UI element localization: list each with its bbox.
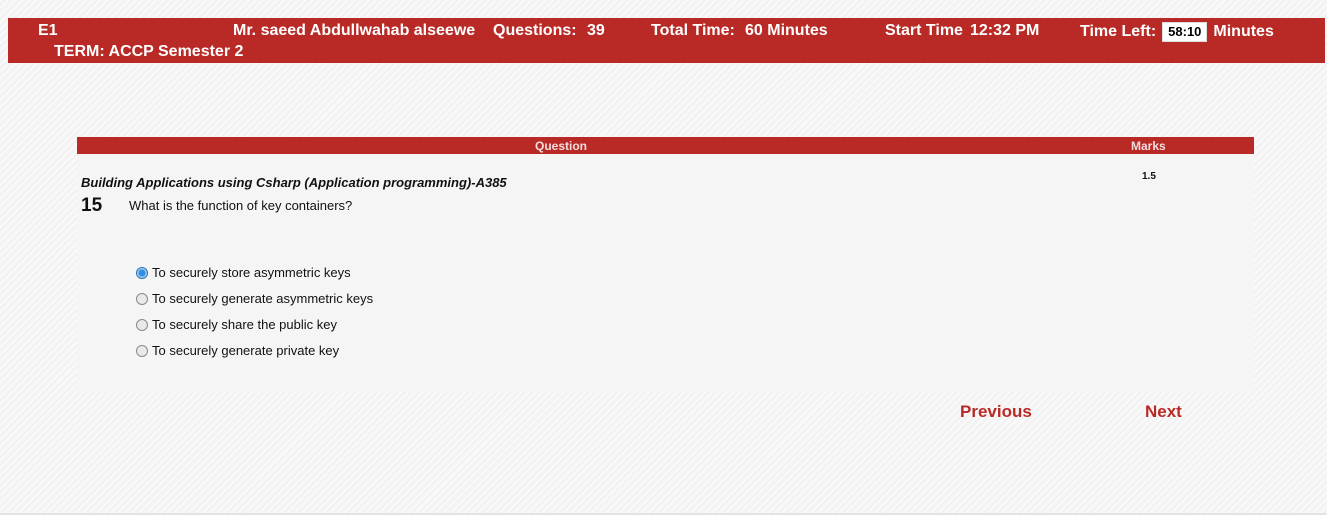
time-left-unit: Minutes: [1213, 23, 1274, 41]
time-left-label: Time Left:: [1080, 23, 1157, 41]
questions-label: Questions:: [493, 22, 577, 39]
total-time-value: 60 Minutes: [745, 22, 828, 39]
question-table-header: Question Marks: [77, 137, 1254, 154]
time-left-group: Time Left: 58:10 Minutes: [1080, 22, 1274, 42]
question-panel: Question Marks Building Applications usi…: [77, 137, 1254, 392]
answer-option-4[interactable]: To securely generate private key: [136, 343, 339, 359]
answer-option-label: To securely store asymmetric keys: [152, 265, 351, 280]
answer-option-1[interactable]: To securely store asymmetric keys: [136, 265, 351, 281]
radio-button[interactable]: [136, 344, 148, 357]
question-text: What is the function of key containers?: [129, 198, 353, 213]
previous-button[interactable]: Previous: [960, 402, 1032, 422]
start-time-value: 12:32 PM: [970, 22, 1040, 39]
student-name: Mr. saeed Abdullwahab alseewe: [233, 22, 476, 39]
answer-option-2[interactable]: To securely generate asymmetric keys: [136, 291, 373, 307]
exam-page: E1 Mr. saeed Abdullwahab alseewe Questio…: [0, 0, 1327, 515]
answer-option-label: To securely generate asymmetric keys: [152, 291, 374, 306]
question-number: 15: [81, 195, 103, 216]
answer-option-label: To securely generate private key: [152, 343, 340, 358]
question-column-header: Question: [535, 139, 588, 153]
time-left-countdown: 58:10: [1162, 22, 1208, 42]
exam-code: E1: [38, 22, 58, 39]
start-time-label: Start Time: [885, 22, 963, 39]
radio-button[interactable]: [136, 318, 148, 331]
question-marks: 1.5: [1142, 171, 1156, 182]
exam-header-bar: E1 Mr. saeed Abdullwahab alseewe Questio…: [8, 18, 1325, 63]
next-button[interactable]: Next: [1145, 402, 1182, 422]
questions-count: 39: [587, 22, 605, 39]
answer-option-label: To securely share the public key: [152, 317, 337, 332]
subject-title: Building Applications using Csharp (Appl…: [81, 175, 507, 190]
answer-option-3[interactable]: To securely share the public key: [136, 317, 337, 333]
term-label: TERM: ACCP Semester 2: [54, 43, 244, 60]
total-time-label: Total Time:: [651, 22, 735, 39]
marks-column-header: Marks: [1131, 139, 1166, 153]
radio-button[interactable]: [136, 292, 148, 305]
radio-button-selected[interactable]: [136, 266, 148, 279]
